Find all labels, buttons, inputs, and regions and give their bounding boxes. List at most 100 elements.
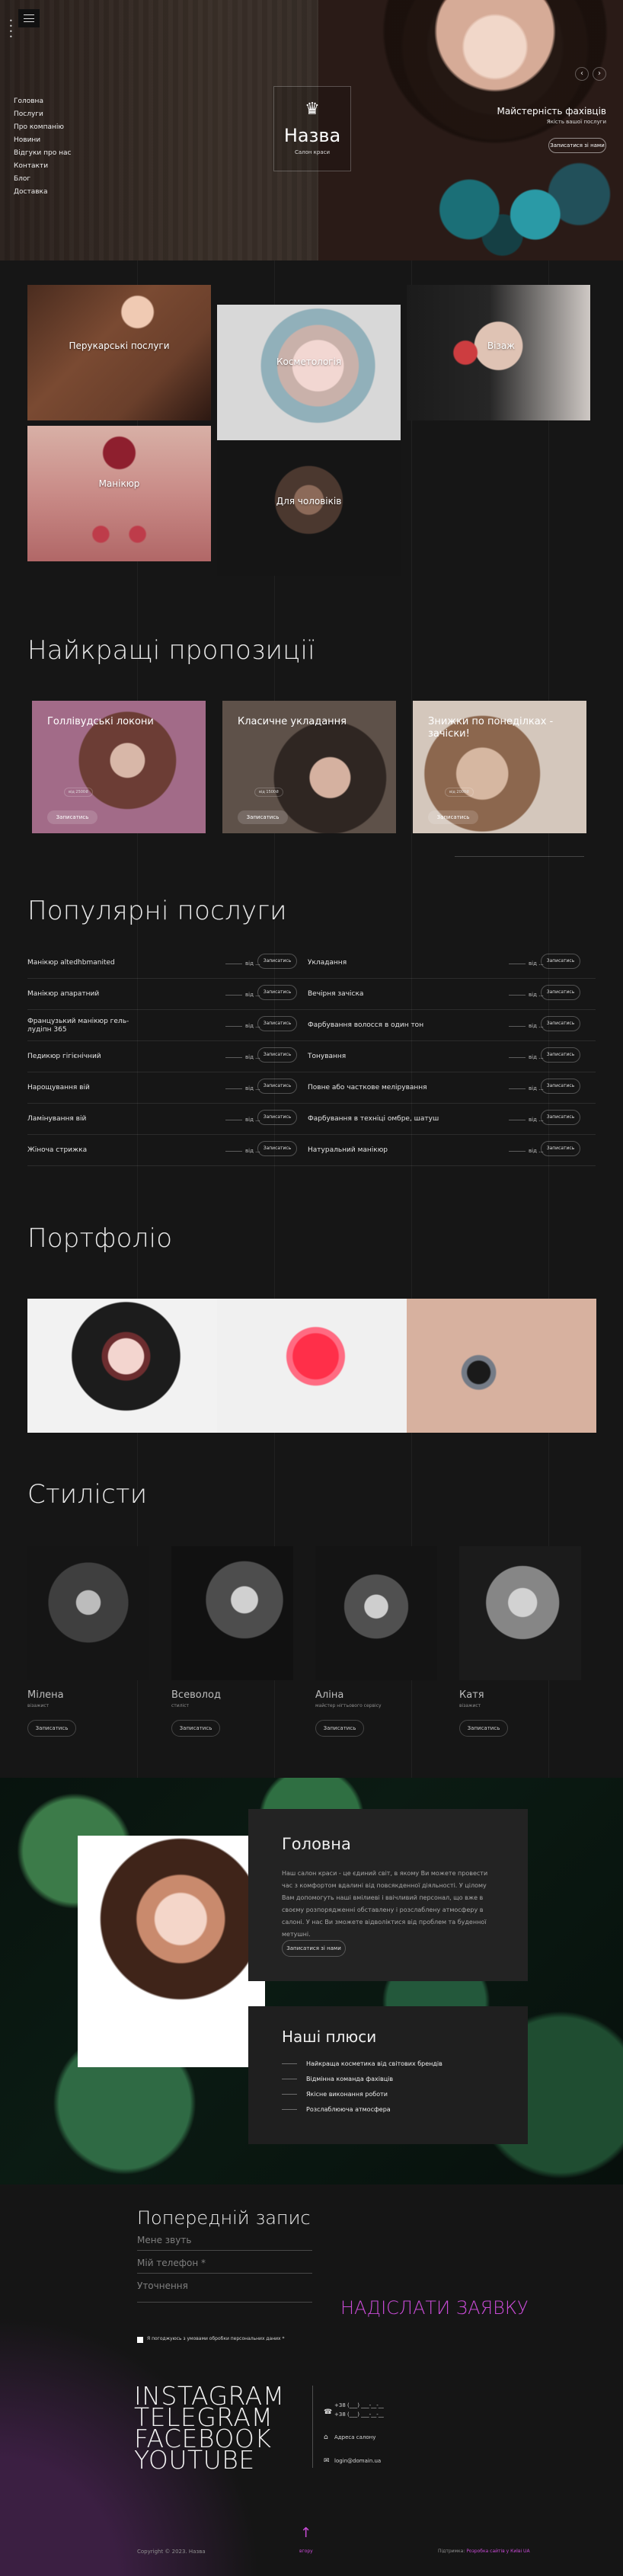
service-book-button[interactable]: Записатись (257, 1110, 297, 1125)
offer-badge: від 1500₴ (254, 788, 283, 797)
stylist-name: Всеволод (171, 1689, 221, 1701)
tile-label: Перукарські послуги (69, 340, 170, 351)
stylist-role: візажист (459, 1703, 481, 1708)
nav-item-about[interactable]: Про компанію (14, 123, 71, 131)
portfolio-image[interactable] (217, 1299, 407, 1433)
offer-book-button[interactable]: Записатись (238, 810, 288, 824)
portfolio-title: Портфоліо (27, 1223, 173, 1254)
service-name: Укладання (308, 959, 347, 967)
tile-visage[interactable]: Візаж (407, 285, 590, 420)
service-book-button[interactable]: Записатись (541, 1110, 580, 1125)
stylist-book-button[interactable]: Записатись (459, 1720, 508, 1737)
service-name: Фарбування волосся в один тон (308, 1021, 424, 1029)
tile-cosmetology[interactable]: Косметологія (217, 305, 401, 440)
offers-title: Найкращі пропозиції (27, 635, 315, 666)
service-name: Манікюр altedhbmanited (27, 959, 115, 967)
stylist-role: майстер нігтьового сервісу (315, 1703, 382, 1708)
phone-field[interactable]: Мій телефон * (137, 2254, 312, 2274)
brand-name: Назва (283, 125, 341, 146)
offer-card[interactable]: Голлівудські локони від 2500₴ Записатись (32, 701, 206, 833)
about-book-button[interactable]: Записатися зі нами (282, 1940, 346, 1957)
service-name: Фарбування в техніці омбре, шатуш (308, 1115, 439, 1123)
copyright: Copyright © 2023. Назва (137, 2549, 206, 2555)
service-book-button[interactable]: Записатись (257, 985, 297, 1000)
nav-item-delivery[interactable]: Доставка (14, 188, 71, 196)
nav-item-reviews[interactable]: Відгуки про нас (14, 149, 71, 157)
service-book-button[interactable]: Записатись (257, 954, 297, 969)
phone-icon: ☎ (324, 2408, 333, 2416)
slider-prev-button[interactable]: ‹ (575, 67, 589, 81)
offer-book-button[interactable]: Записатись (47, 810, 97, 824)
service-name: Французький манікюр гель-лудіпн 365 (27, 1018, 129, 1034)
phone-number[interactable]: +38 (___) ___-__-__ (334, 2411, 384, 2418)
advantages-card: Наші плюси Найкраща косметика від світов… (248, 2006, 528, 2144)
offer-card[interactable]: Класичне укладання від 1500₴ Записатись (222, 701, 396, 833)
advantage-item: Розслаблююча атмосфера (282, 2106, 391, 2113)
nav-item-services[interactable]: Послуги (14, 110, 71, 118)
credits: Підтримка: Розробка сайтів у Київі UA (438, 2549, 530, 2554)
page: • • • • Головна Послуги Про компанію Новини… (0, 0, 623, 2576)
stylist-book-button[interactable]: Записатись (171, 1720, 220, 1737)
comment-field[interactable]: Уточнення (137, 2277, 312, 2303)
stylist-photo[interactable] (171, 1546, 293, 1680)
service-book-button[interactable]: Записатись (541, 954, 580, 969)
service-book-button[interactable]: Записатись (257, 1016, 297, 1031)
service-book-button[interactable]: Записатись (257, 1141, 297, 1156)
email-link[interactable]: login@domain.ua (334, 2458, 381, 2464)
service-book-button[interactable]: Записатись (257, 1079, 297, 1094)
service-name: Повне або часткове мелірування (308, 1084, 427, 1091)
booking-form-title: Попередній запис (137, 2207, 311, 2229)
service-book-button[interactable]: Записатись (541, 1047, 580, 1063)
stylist-book-button[interactable]: Записатись (27, 1720, 76, 1737)
service-row: Жіноча стрижка від ... Записатись Натура… (27, 1135, 596, 1166)
nav-item-news[interactable]: Новини (14, 136, 71, 144)
consent-label: Я погоджуюсь з умовами обробки персональ… (147, 2336, 285, 2341)
service-name: Натуральний манікюр (308, 1146, 388, 1154)
up-arrow-icon[interactable]: ↑ (300, 2525, 312, 2541)
portfolio-image[interactable] (27, 1299, 217, 1433)
service-row: Французький манікюр гель-лудіпн 365 від … (27, 1010, 596, 1041)
scroll-to-top-button[interactable]: вгору (299, 2549, 313, 2554)
service-book-button[interactable]: Записатись (541, 985, 580, 1000)
slider-next-button[interactable]: › (593, 67, 606, 81)
offer-title: Класичне укладання (238, 716, 347, 727)
tulip-icon: ♛ (305, 100, 320, 119)
portfolio-image[interactable] (407, 1299, 596, 1433)
offer-badge: від 2000₴ (445, 788, 474, 797)
service-name: Жіноча стрижка (27, 1146, 88, 1154)
brand-logo[interactable]: ♛ Назва Салон краси (273, 86, 351, 171)
offer-card[interactable]: Знижки по понеділках - зачіски! від 2000₴… (413, 701, 586, 833)
service-book-button[interactable]: Записатись (541, 1016, 580, 1031)
stylist-photo[interactable] (315, 1546, 437, 1680)
tile-manicure[interactable]: Манікюр (27, 426, 211, 561)
stylist-photo[interactable] (459, 1546, 581, 1680)
submit-button[interactable]: НАДІСЛАТИ ЗАЯВКУ (340, 2297, 529, 2319)
tile-label: Косметологія (276, 356, 342, 367)
advantage-item: Якісне виконання роботи (282, 2091, 388, 2098)
location-icon: ⌂ (324, 2434, 328, 2441)
nav-item-home[interactable]: Головна (14, 97, 71, 105)
nav-item-contacts[interactable]: Контакти (14, 162, 71, 170)
stylist-photo[interactable] (27, 1546, 149, 1680)
service-book-button[interactable]: Записатись (257, 1047, 297, 1063)
tile-men[interactable]: Для чоловіків (217, 440, 401, 576)
hero-book-button[interactable]: Записатися зі нами (548, 138, 606, 153)
consent-checkbox[interactable] (137, 2337, 143, 2343)
stylist-book-button[interactable]: Записатись (315, 1720, 364, 1737)
service-name: Манікюр апаратний (27, 990, 100, 998)
tile-hair-services[interactable]: Перукарські послуги (27, 285, 211, 420)
phone-number[interactable]: +38 (___) ___-__-__ (334, 2402, 384, 2408)
service-row: Манікюр altedhbmanited від ... Записатис… (27, 948, 596, 979)
tile-label: Для чоловіків (276, 496, 342, 507)
offer-title: Знижки по понеділках - зачіски! (428, 716, 554, 740)
offer-book-button[interactable]: Записатись (428, 810, 478, 824)
hero-subtitle: Якість вашої послуги (546, 119, 606, 125)
offer-badge: від 2500₴ (64, 788, 93, 797)
nav-item-blog[interactable]: Блог (14, 175, 71, 183)
stylist-name: Мілена (27, 1689, 64, 1701)
tile-label: Манікюр (98, 478, 140, 489)
name-field[interactable]: Мене звуть (137, 2231, 312, 2251)
service-book-button[interactable]: Записатись (541, 1141, 580, 1156)
service-book-button[interactable]: Записатись (541, 1079, 580, 1094)
service-name: Педикюр гігієнічний (27, 1053, 101, 1060)
